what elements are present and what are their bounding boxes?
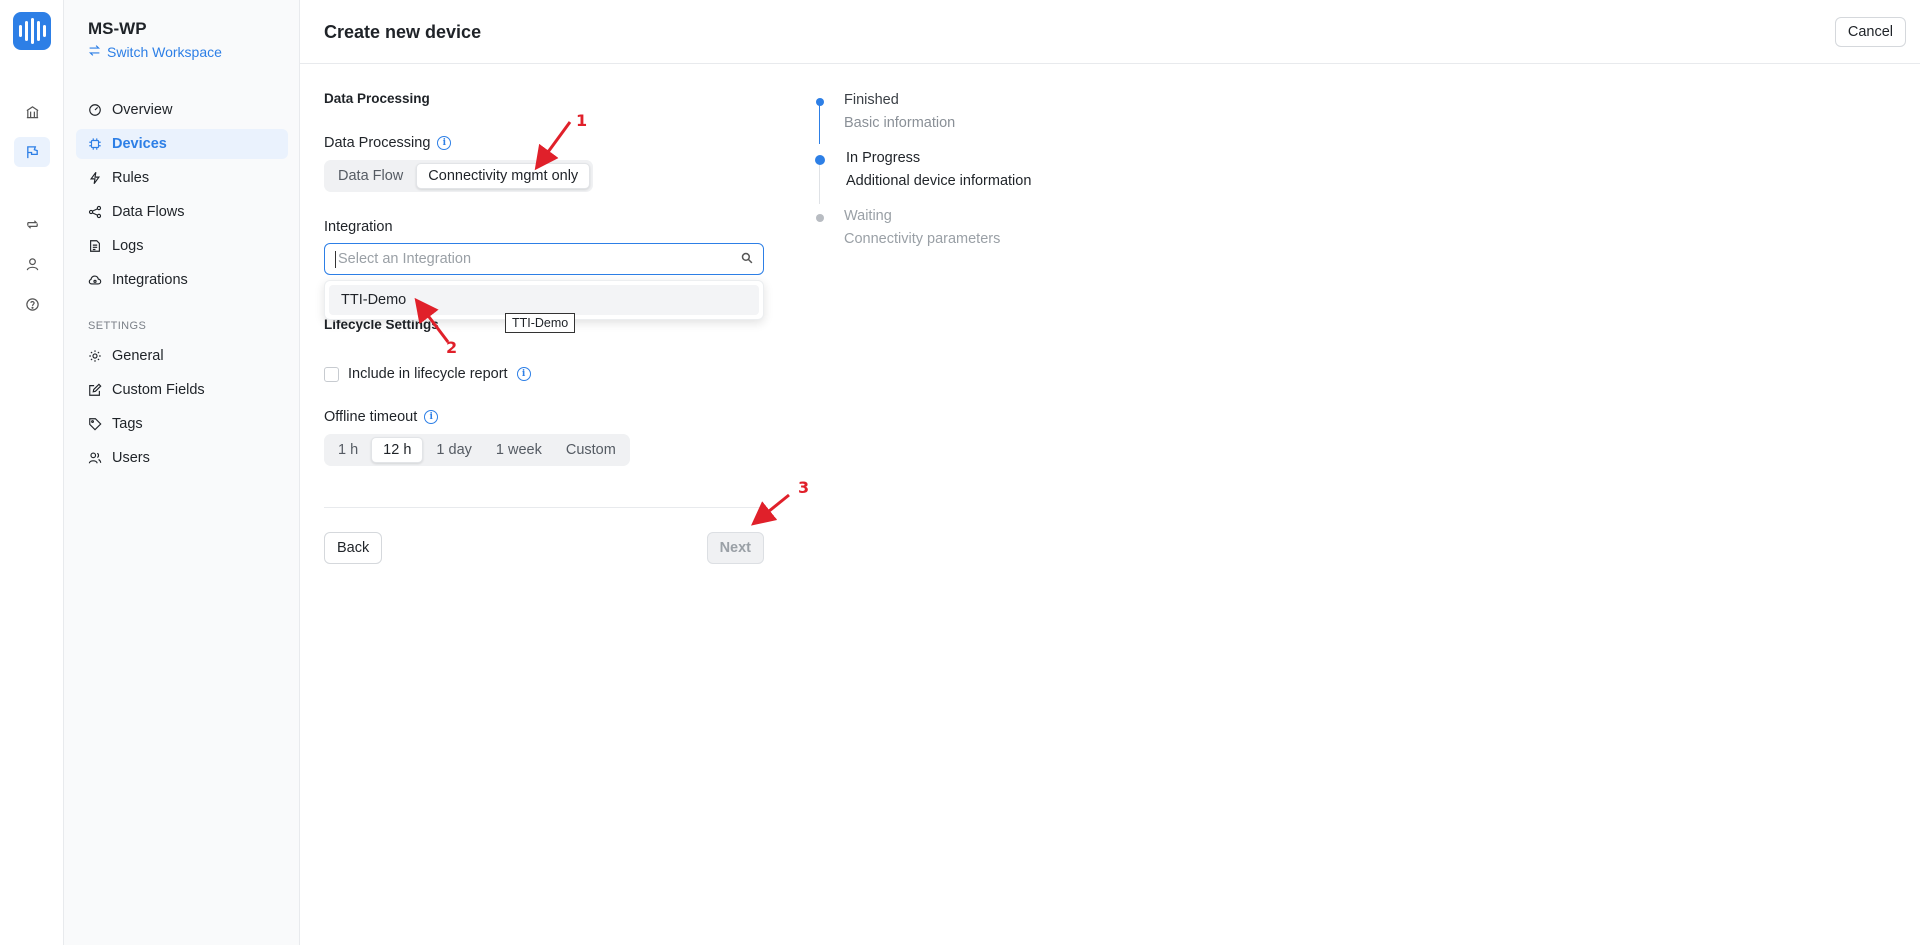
- cancel-button[interactable]: Cancel: [1834, 17, 1906, 47]
- switch-workspace-link[interactable]: Switch Workspace: [88, 44, 222, 60]
- transfer-icon[interactable]: [20, 212, 44, 236]
- offline-timeout-label-text: Offline timeout: [324, 409, 418, 425]
- step-status: Finished: [844, 92, 899, 108]
- devices-flag-icon[interactable]: [14, 137, 50, 167]
- step-dot: [816, 98, 824, 106]
- sidebar-item-label: Data Flows: [112, 204, 185, 220]
- sidebar-item-label: Custom Fields: [112, 382, 205, 398]
- progress-steps: Finished Basic information In Progress A…: [815, 88, 1116, 258]
- segment-12h[interactable]: 12 h: [371, 437, 424, 463]
- sidebar-item-overview[interactable]: Overview: [76, 95, 288, 125]
- integration-option-tti-demo[interactable]: TTI-Demo: [329, 285, 759, 315]
- tag-icon: [89, 418, 102, 431]
- annotation-number-3: 3: [798, 478, 810, 497]
- sidebar-item-general[interactable]: General: [76, 341, 288, 371]
- back-button[interactable]: Back: [324, 532, 383, 564]
- info-icon[interactable]: i: [437, 136, 452, 150]
- step-description: Basic information: [844, 115, 956, 131]
- lifecycle-report-checkbox[interactable]: [324, 366, 339, 382]
- users-icon: [88, 452, 102, 464]
- step-status: Waiting: [844, 208, 892, 224]
- annotation-arrow-1: [534, 121, 572, 171]
- info-icon[interactable]: i: [424, 410, 439, 424]
- page-title: Create new device: [324, 22, 482, 42]
- data-processing-label: Data Processing i: [324, 135, 452, 151]
- sidebar-item-custom-fields[interactable]: Custom Fields: [76, 375, 288, 405]
- user-icon[interactable]: [20, 252, 44, 276]
- app-rail: [0, 0, 64, 945]
- step-connector: [819, 159, 820, 204]
- sidebar: MS-WP Switch Workspace Overview Devices …: [64, 0, 300, 945]
- help-icon[interactable]: [20, 292, 44, 316]
- section-title-data-processing: Data Processing: [324, 91, 430, 106]
- tooltip: TTI-Demo: [505, 313, 576, 333]
- sidebar-item-tags[interactable]: Tags: [76, 409, 288, 439]
- gear-icon: [89, 350, 101, 362]
- lifecycle-report-row: Include in lifecycle report i: [324, 366, 531, 382]
- swap-icon: [88, 44, 101, 60]
- lifecycle-report-label[interactable]: Include in lifecycle report: [348, 366, 508, 382]
- data-processing-segmented: Data Flow Connectivity mgmt only: [324, 160, 594, 192]
- step-description: Connectivity parameters: [844, 231, 1001, 247]
- home-icon[interactable]: [20, 100, 44, 124]
- sidebar-item-users[interactable]: Users: [76, 443, 288, 473]
- step-dot: [815, 155, 825, 165]
- integration-search-input[interactable]: [338, 251, 741, 267]
- bolt-icon: [89, 171, 101, 185]
- step-dot: [816, 214, 824, 222]
- edit-icon: [89, 383, 102, 396]
- integration-select[interactable]: [324, 243, 764, 275]
- segment-custom[interactable]: Custom: [555, 437, 627, 463]
- segment-1-day[interactable]: 1 day: [425, 437, 482, 463]
- gauge-icon: [89, 104, 101, 116]
- data-processing-label-text: Data Processing: [324, 135, 431, 151]
- page-header: Create new device Cancel: [300, 0, 1920, 64]
- segment-1-week[interactable]: 1 week: [485, 437, 553, 463]
- cloud-icon: [88, 275, 102, 285]
- next-button[interactable]: Next: [706, 532, 764, 564]
- sidebar-item-label: Users: [112, 450, 150, 466]
- step-description: Additional device information: [846, 173, 1032, 189]
- annotation-number-2: 2: [446, 338, 458, 357]
- sidebar-item-rules[interactable]: Rules: [76, 163, 288, 193]
- share-icon: [88, 205, 102, 219]
- settings-heading: SETTINGS: [88, 320, 147, 332]
- sidebar-item-label: Rules: [112, 170, 150, 186]
- divider: [324, 507, 764, 508]
- sidebar-item-integrations[interactable]: Integrations: [76, 265, 288, 295]
- sidebar-item-label: Overview: [112, 102, 173, 118]
- text-caret: [335, 250, 336, 268]
- segment-1h[interactable]: 1 h: [327, 437, 369, 463]
- sidebar-item-logs[interactable]: Logs: [76, 231, 288, 261]
- step-status: In Progress: [846, 150, 921, 166]
- sidebar-item-data-flows[interactable]: Data Flows: [76, 197, 288, 227]
- segment-data-flow[interactable]: Data Flow: [327, 163, 414, 189]
- sidebar-item-label: Integrations: [112, 272, 188, 288]
- sidebar-item-label: General: [112, 348, 164, 364]
- offline-timeout-label: Offline timeout i: [324, 409, 439, 425]
- switch-workspace-label: Switch Workspace: [107, 44, 222, 60]
- chip-icon: [89, 138, 101, 150]
- segment-connectivity-mgmt-only[interactable]: Connectivity mgmt only: [416, 163, 591, 189]
- integration-label: Integration: [324, 219, 393, 235]
- workspace-name: MS-WP: [88, 19, 147, 38]
- sidebar-item-label: Logs: [112, 238, 144, 254]
- sidebar-item-devices[interactable]: Devices: [76, 129, 288, 159]
- app-logo-icon[interactable]: [13, 12, 51, 50]
- annotation-number-1: 1: [576, 111, 588, 130]
- offline-timeout-segmented: 1 h 12 h 1 day 1 week Custom: [324, 434, 630, 466]
- search-icon: [741, 251, 753, 268]
- sidebar-item-label: Tags: [112, 416, 143, 432]
- sidebar-item-label: Devices: [112, 136, 167, 152]
- log-icon: [90, 240, 100, 252]
- info-icon[interactable]: i: [516, 367, 531, 381]
